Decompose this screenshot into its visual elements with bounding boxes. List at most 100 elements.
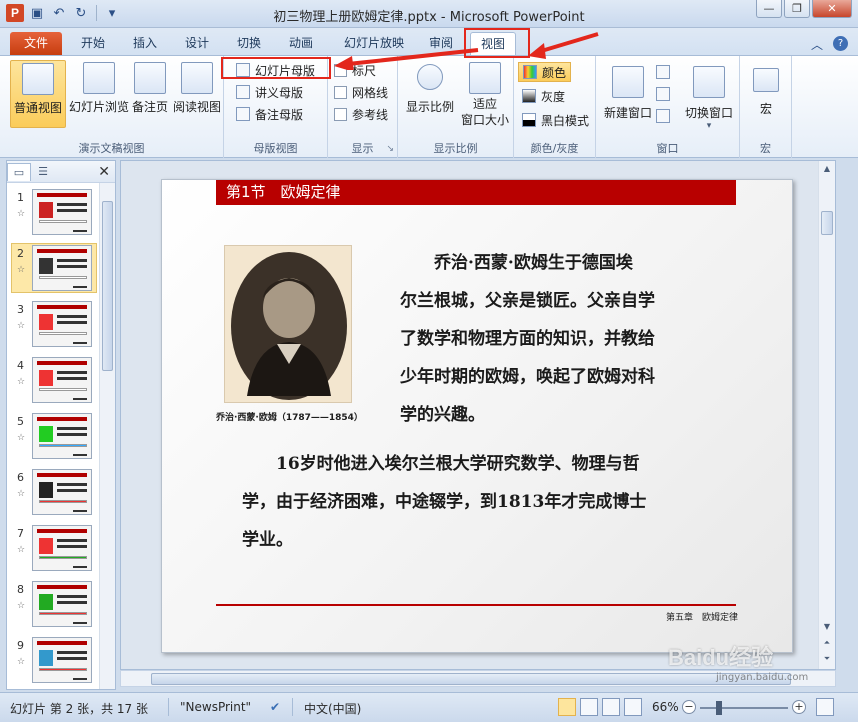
slide-thumbnail-row[interactable]: 2 ☆ [7, 245, 99, 297]
reading-view-status-icon[interactable] [602, 698, 620, 716]
slide-thumbnail[interactable] [32, 189, 92, 235]
thumb-text-line [57, 371, 87, 374]
black-white-icon [522, 113, 536, 127]
handout-master-button[interactable]: 讲义母版 [236, 82, 303, 102]
thumb-content-block [39, 258, 53, 274]
slide-thumbnail[interactable] [32, 301, 92, 347]
spell-check-icon[interactable]: ✔ [270, 700, 280, 714]
tab-home[interactable]: 开始 [70, 32, 116, 55]
maximize-button[interactable]: ❐ [784, 0, 810, 18]
transition-star-icon: ☆ [17, 209, 26, 219]
black-white-button[interactable]: 黑白模式 [522, 110, 589, 130]
scroll-up-icon[interactable]: ▲ [821, 163, 833, 175]
arrange-all-button[interactable] [656, 62, 670, 82]
portrait-image[interactable] [224, 245, 352, 403]
slide-thumbnail-row[interactable]: 3 ☆ [7, 301, 99, 353]
redo-icon[interactable]: ↻ [72, 4, 90, 22]
zoom-out-icon[interactable]: − [682, 700, 696, 714]
slide-thumbnail[interactable] [32, 637, 92, 683]
gridlines-checkbox[interactable]: 网格线 [334, 82, 388, 102]
guides-checkbox[interactable]: 参考线 [334, 104, 388, 124]
thumb-footer-line [73, 230, 87, 232]
slide-thumbnail[interactable] [32, 413, 92, 459]
powerpoint-logo-icon[interactable]: P [6, 4, 24, 22]
new-window-button[interactable]: 新建窗口 [600, 60, 656, 121]
slide-thumbnail-row[interactable]: 5 ☆ [7, 413, 99, 465]
zoom-slider-knob[interactable] [716, 701, 722, 715]
zoom-in-icon[interactable]: + [792, 700, 806, 714]
slide-thumbnail[interactable] [32, 357, 92, 403]
slides-pane-scroll-thumb[interactable] [102, 201, 113, 371]
grayscale-button[interactable]: 灰度 [522, 86, 565, 106]
thumb-text-line [39, 612, 87, 615]
slide-thumbnail-row[interactable]: 6 ☆ [7, 469, 99, 521]
slide-thumbnail[interactable] [32, 469, 92, 515]
close-pane-icon[interactable]: ✕ [98, 164, 110, 180]
slide-vertical-scroll-thumb[interactable] [821, 211, 833, 235]
transition-star-icon: ☆ [17, 601, 26, 611]
thumb-content-block [39, 426, 53, 442]
customize-qat-icon[interactable]: ▾ [103, 4, 121, 22]
slide-thumbnail[interactable] [32, 581, 92, 627]
notes-master-button[interactable]: 备注母版 [236, 104, 303, 124]
slide-sorter-button[interactable]: 幻灯片浏览 [68, 60, 130, 115]
paragraph-2[interactable]: 16岁时他进入埃尔兰根大学研究数学、物理与哲 学，由于经济困难，中途辍学，到18… [242, 445, 742, 559]
slide-thumbnail-row[interactable]: 4 ☆ [7, 357, 99, 409]
language-status[interactable]: 中文(中国) [304, 700, 361, 717]
zoom-slider-track[interactable] [700, 707, 788, 709]
slide-thumbnail-row[interactable]: 9 ☆ [7, 637, 99, 689]
outline-tab-icon[interactable]: ☰ [31, 163, 55, 181]
undo-icon[interactable]: ↶ [50, 4, 68, 22]
slide-thumbnail[interactable] [32, 525, 92, 571]
slide-canvas[interactable]: 第1节 欧姆定律 乔治·西蒙·欧姆（1787——1854） 乔治·西蒙·欧姆生于… [161, 179, 793, 653]
minimize-ribbon-icon[interactable]: ︿ [811, 36, 823, 53]
slide-thumbnail[interactable] [32, 245, 92, 291]
next-slide-icon[interactable]: ⏷ [821, 653, 833, 665]
thumb-footer-line [73, 510, 87, 512]
normal-view-status-icon[interactable] [558, 698, 576, 716]
thumb-text-line [57, 651, 87, 654]
macros-label: 宏 [759, 102, 772, 116]
switch-window-button[interactable]: 切换窗口 ▾ [680, 60, 738, 131]
notes-page-button[interactable]: 备注页 [130, 60, 170, 115]
fit-to-window-button[interactable]: 适应 窗口大小 [458, 60, 512, 128]
zoom-level[interactable]: 66% [652, 700, 679, 714]
close-button[interactable]: ✕ [812, 0, 852, 18]
tab-transitions[interactable]: 切换 [226, 32, 272, 55]
dialog-launcher-icon[interactable]: ↘ [386, 144, 394, 154]
quick-access-toolbar: P ▣ ↶ ↻ ▾ [6, 4, 121, 22]
fit-slide-icon[interactable] [816, 698, 834, 716]
tab-design[interactable]: 设计 [174, 32, 220, 55]
transition-star-icon: ☆ [17, 489, 26, 499]
window-controls: — ❐ ✕ [756, 0, 852, 18]
slides-pane-scrollbar[interactable] [99, 183, 115, 689]
thumb-text-line [57, 265, 87, 268]
slide-sorter-status-icon[interactable] [580, 698, 598, 716]
tab-animations[interactable]: 动画 [278, 32, 324, 55]
slide-thumbnail-row[interactable]: 7 ☆ [7, 525, 99, 577]
move-split-button[interactable] [656, 106, 670, 126]
cascade-button[interactable] [656, 84, 670, 104]
reading-view-button[interactable]: 阅读视图 [172, 60, 222, 115]
paragraph-1[interactable]: 乔治·西蒙·欧姆生于德国埃 尔兰根城，父亲是锁匠。父亲自学 了数学和物理方面的知… [400, 244, 730, 434]
previous-slide-icon[interactable]: ⏶ [821, 637, 833, 649]
slideshow-status-icon[interactable] [624, 698, 642, 716]
tab-insert[interactable]: 插入 [122, 32, 168, 55]
normal-view-button[interactable]: 普通视图 [10, 60, 66, 128]
scroll-down-icon[interactable]: ▼ [821, 621, 833, 633]
slide-horizontal-scroll-thumb[interactable] [151, 673, 791, 685]
title-bar: P ▣ ↶ ↻ ▾ 初三物理上册欧姆定律.pptx - Microsoft Po… [0, 0, 858, 28]
slide-vertical-scrollbar[interactable]: ▲ ▼ ⏶ ⏷ [818, 161, 835, 669]
transition-star-icon: ☆ [17, 657, 26, 667]
thumb-header-bar [37, 641, 87, 645]
minimize-button[interactable]: — [756, 0, 782, 18]
slide-header[interactable]: 第1节 欧姆定律 [216, 180, 736, 205]
tab-file[interactable]: 文件 [10, 32, 62, 55]
save-icon[interactable]: ▣ [28, 4, 46, 22]
slides-tab-icon[interactable]: ▭ [7, 162, 31, 181]
thumb-text-line [57, 259, 87, 262]
slide-thumbnail-row[interactable]: 1 ☆ [7, 189, 99, 241]
slide-thumbnail-row[interactable]: 8 ☆ [7, 581, 99, 633]
macros-button[interactable]: 宏 [748, 60, 784, 117]
help-icon[interactable]: ? [833, 36, 848, 51]
